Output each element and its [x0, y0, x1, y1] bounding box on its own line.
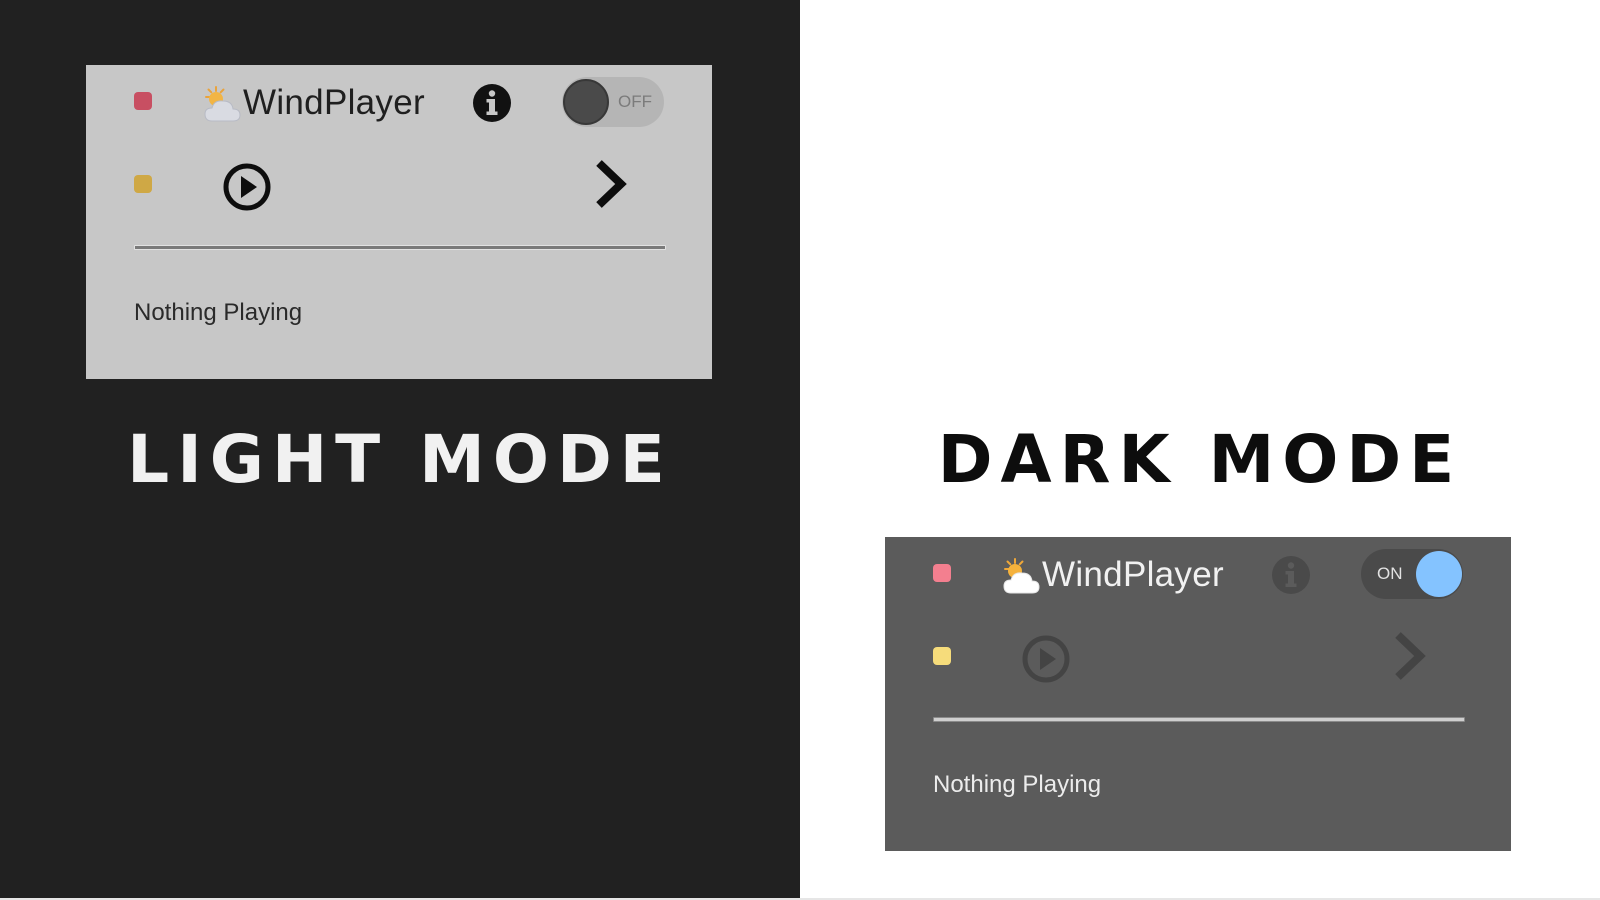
now-playing-text: Nothing Playing — [134, 299, 303, 326]
play-circle-icon[interactable] — [1021, 634, 1071, 684]
info-icon[interactable] — [1271, 555, 1311, 595]
toggle-label: OFF — [618, 92, 652, 111]
toggle-knob[interactable] — [1416, 551, 1462, 597]
minimize-dot-icon[interactable] — [933, 647, 951, 665]
chevron-right-icon[interactable] — [1390, 631, 1426, 681]
weather-partly-cloudy-icon — [1003, 558, 1040, 594]
light-mode-player-widget: WindPlayer OFF Nothing Playing — [86, 65, 712, 379]
close-dot-icon[interactable] — [134, 92, 152, 110]
chevron-right-icon[interactable] — [591, 159, 627, 209]
progress-bar[interactable] — [933, 717, 1465, 722]
weather-partly-cloudy-icon — [204, 86, 241, 122]
close-dot-icon[interactable] — [933, 564, 951, 582]
now-playing-text: Nothing Playing — [933, 771, 1102, 798]
toggle-label: ON — [1377, 564, 1403, 583]
app-title: WindPlayer — [243, 83, 425, 122]
toggle-knob[interactable] — [563, 79, 609, 125]
progress-bar[interactable] — [134, 245, 666, 250]
app-title: WindPlayer — [1042, 555, 1224, 594]
dark-mode-caption: DARK MODE — [937, 421, 1463, 498]
dark-mode-player-widget: WindPlayer ON Nothing Playing — [885, 537, 1511, 851]
play-circle-icon[interactable] — [222, 162, 272, 212]
info-icon[interactable] — [472, 83, 512, 123]
light-mode-caption: LIGHT MODE — [127, 421, 673, 498]
minimize-dot-icon[interactable] — [134, 175, 152, 193]
dark-mode-toggle[interactable]: OFF — [562, 77, 664, 127]
dark-mode-toggle[interactable]: ON — [1361, 549, 1463, 599]
